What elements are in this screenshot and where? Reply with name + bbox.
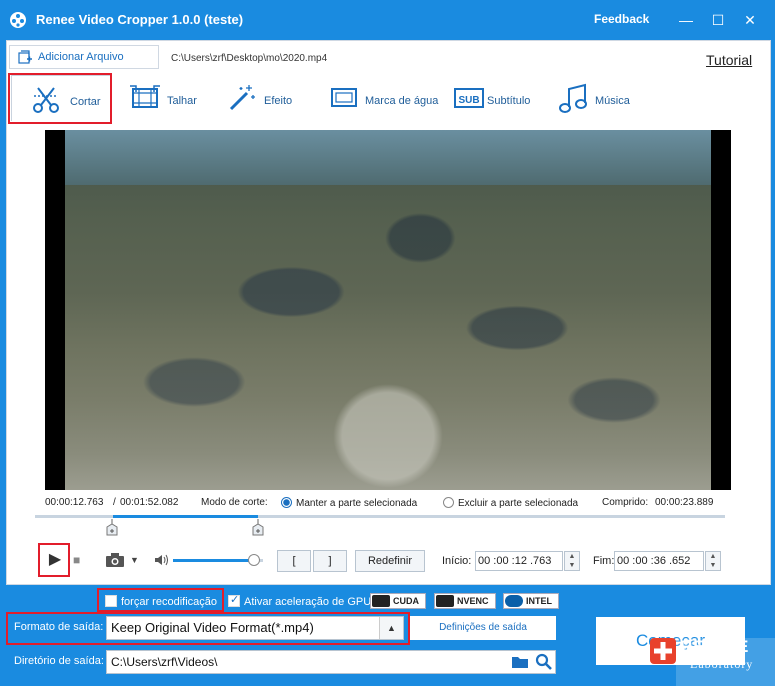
force-reencode-option[interactable]: forçar recodificação xyxy=(105,595,217,608)
reset-button[interactable]: Redefinir xyxy=(355,550,425,572)
timeline-info: 00:00:12.763 / 00:01:52.082 Modo de cort… xyxy=(45,497,735,511)
exclude-selected-option[interactable]: Excluir a parte selecionada xyxy=(443,497,578,509)
watermark-sub: Laboratory xyxy=(690,657,754,671)
cut-mode-label: Modo de corte: xyxy=(201,497,268,508)
svg-text:SUB: SUB xyxy=(458,95,479,106)
keep-selected-option[interactable]: Manter a parte selecionada xyxy=(281,497,417,509)
intel-badge: INTEL xyxy=(503,593,559,609)
playback-controls: ▶ ■ ▼ [ ] Redefinir Início: 00 :00 :12 .… xyxy=(7,546,770,576)
current-time: 00:00:12.763 xyxy=(45,497,104,508)
minimize-button[interactable]: — xyxy=(676,10,696,30)
nvenc-label: NVENC xyxy=(457,596,489,606)
tab-efeito-label: Efeito xyxy=(264,95,293,107)
close-button[interactable]: ✕ xyxy=(740,10,760,30)
feedback-link[interactable]: Feedback xyxy=(594,12,649,26)
set-end-bracket-button[interactable]: ] xyxy=(313,550,347,572)
tab-cortar[interactable]: Cortar xyxy=(11,75,111,121)
add-file-button[interactable]: Adicionar Arquivo xyxy=(9,45,159,69)
film-crop-icon xyxy=(130,85,160,108)
gpu-accel-option[interactable]: Ativar aceleração de GPU xyxy=(228,593,372,608)
gpu-accel-label: Ativar aceleração de GPU xyxy=(244,596,372,608)
intel-icon xyxy=(505,595,523,607)
start-time-input[interactable]: 00 :00 :12 .763 xyxy=(475,551,563,571)
main-panel: Adicionar Arquivo C:\Users\zrf\Desktop\m… xyxy=(6,40,771,585)
tab-subtitulo-label: Subtítulo xyxy=(487,95,531,107)
gpu-accel-checkbox[interactable] xyxy=(228,593,240,607)
force-reencode-label: forçar recodificação xyxy=(121,596,217,608)
folder-icon[interactable] xyxy=(511,655,529,669)
output-format-select[interactable]: Keep Original Video Format(*.mp4) ▲ xyxy=(106,616,404,640)
intel-label: INTEL xyxy=(526,596,552,606)
add-file-label: Adicionar Arquivo xyxy=(38,51,124,63)
nvidia-icon xyxy=(372,595,390,607)
tutorial-link[interactable]: Tutorial xyxy=(706,52,752,68)
force-reencode-checkbox[interactable] xyxy=(105,595,117,607)
scissors-icon xyxy=(33,87,59,113)
tab-bar: Cortar Talhar Efeito Marca de água SUB S… xyxy=(7,75,770,121)
end-time-label: Fim: xyxy=(593,555,615,567)
stop-button[interactable]: ■ xyxy=(73,548,89,572)
output-dir-value: C:\Users\zrf\Videos\ xyxy=(111,655,218,669)
tab-efeito[interactable]: Efeito xyxy=(225,75,305,121)
cuda-label: CUDA xyxy=(393,596,419,606)
tab-marca-dagua-label: Marca de água xyxy=(365,95,439,107)
end-marker-handle[interactable] xyxy=(251,519,265,539)
set-start-bracket-button[interactable]: [ xyxy=(277,550,311,572)
output-format-value: Keep Original Video Format(*.mp4) xyxy=(111,620,314,635)
play-button[interactable]: ▶ xyxy=(42,548,68,572)
exclude-selected-radio[interactable] xyxy=(443,497,454,508)
nvenc-badge: NVENC xyxy=(434,593,496,609)
search-icon[interactable] xyxy=(535,653,553,671)
length-value: 00:00:23.889 xyxy=(655,497,714,508)
exclude-selected-label: Excluir a parte selecionada xyxy=(458,498,579,509)
start-time-spinner[interactable]: ▲ ▼ xyxy=(564,551,580,571)
subtitle-icon: SUB xyxy=(454,88,484,108)
chevron-up-icon[interactable]: ▲ xyxy=(379,617,403,639)
nvidia-icon xyxy=(436,595,454,607)
video-frame-sea xyxy=(65,130,711,185)
camera-icon[interactable] xyxy=(105,548,127,572)
tab-musica[interactable]: Música xyxy=(555,75,645,121)
volume-icon[interactable] xyxy=(154,554,168,566)
cuda-badge: CUDA xyxy=(370,593,426,609)
tab-cortar-label: Cortar xyxy=(70,96,101,108)
length-label: Comprido: xyxy=(602,497,649,508)
output-dir-label: Diretório de saída: xyxy=(14,655,104,667)
start-time-label: Início: xyxy=(442,555,472,567)
tab-musica-label: Música xyxy=(595,95,630,107)
cut-panel: 00:00:12.763 / 00:01:52.082 Modo de cort… xyxy=(7,121,770,584)
keep-selected-label: Manter a parte selecionada xyxy=(296,498,418,509)
output-format-label: Formato de saída: xyxy=(14,621,104,633)
video-preview[interactable] xyxy=(45,130,731,490)
add-file-icon xyxy=(18,50,32,64)
app-logo-icon xyxy=(10,12,26,28)
timeline-selection xyxy=(113,515,258,518)
tab-talhar-label: Talhar xyxy=(167,95,197,107)
end-time-input[interactable]: 00 :00 :36 .652 xyxy=(614,551,704,571)
volume-slider-knob[interactable] xyxy=(248,554,260,566)
file-path: C:\Users\zrf\Desktop\mo\2020.mp4 xyxy=(171,53,328,64)
output-settings-button[interactable]: Definições de saída xyxy=(410,616,556,640)
tab-subtitulo[interactable]: SUB Subtítulo xyxy=(451,75,541,121)
volume-slider-fill xyxy=(173,559,254,562)
time-separator: / xyxy=(113,497,116,508)
keep-selected-radio[interactable] xyxy=(281,497,292,508)
output-settings-area: forçar recodificação Ativar aceleração d… xyxy=(0,585,775,686)
magic-wand-icon xyxy=(229,85,255,111)
tab-marca-dagua[interactable]: Marca de água xyxy=(327,75,439,121)
end-time-spinner[interactable]: ▲ ▼ xyxy=(705,551,721,571)
maximize-button[interactable]: ☐ xyxy=(708,10,728,30)
music-icon xyxy=(559,83,587,113)
title-bar: Renee Video Cropper 1.0.0 (teste) Feedba… xyxy=(0,0,775,40)
window-title: Renee Video Cropper 1.0.0 (teste) xyxy=(36,12,244,27)
output-dir-input[interactable]: C:\Users\zrf\Videos\ xyxy=(106,650,556,674)
watermark-brand: RENE.E xyxy=(680,637,750,656)
snapshot-dropdown[interactable]: ▼ xyxy=(130,548,140,572)
start-marker-handle[interactable] xyxy=(105,519,119,539)
watermark-icon xyxy=(331,88,357,107)
total-time: 00:01:52.082 xyxy=(120,497,179,508)
tab-talhar[interactable]: Talhar xyxy=(125,75,205,121)
